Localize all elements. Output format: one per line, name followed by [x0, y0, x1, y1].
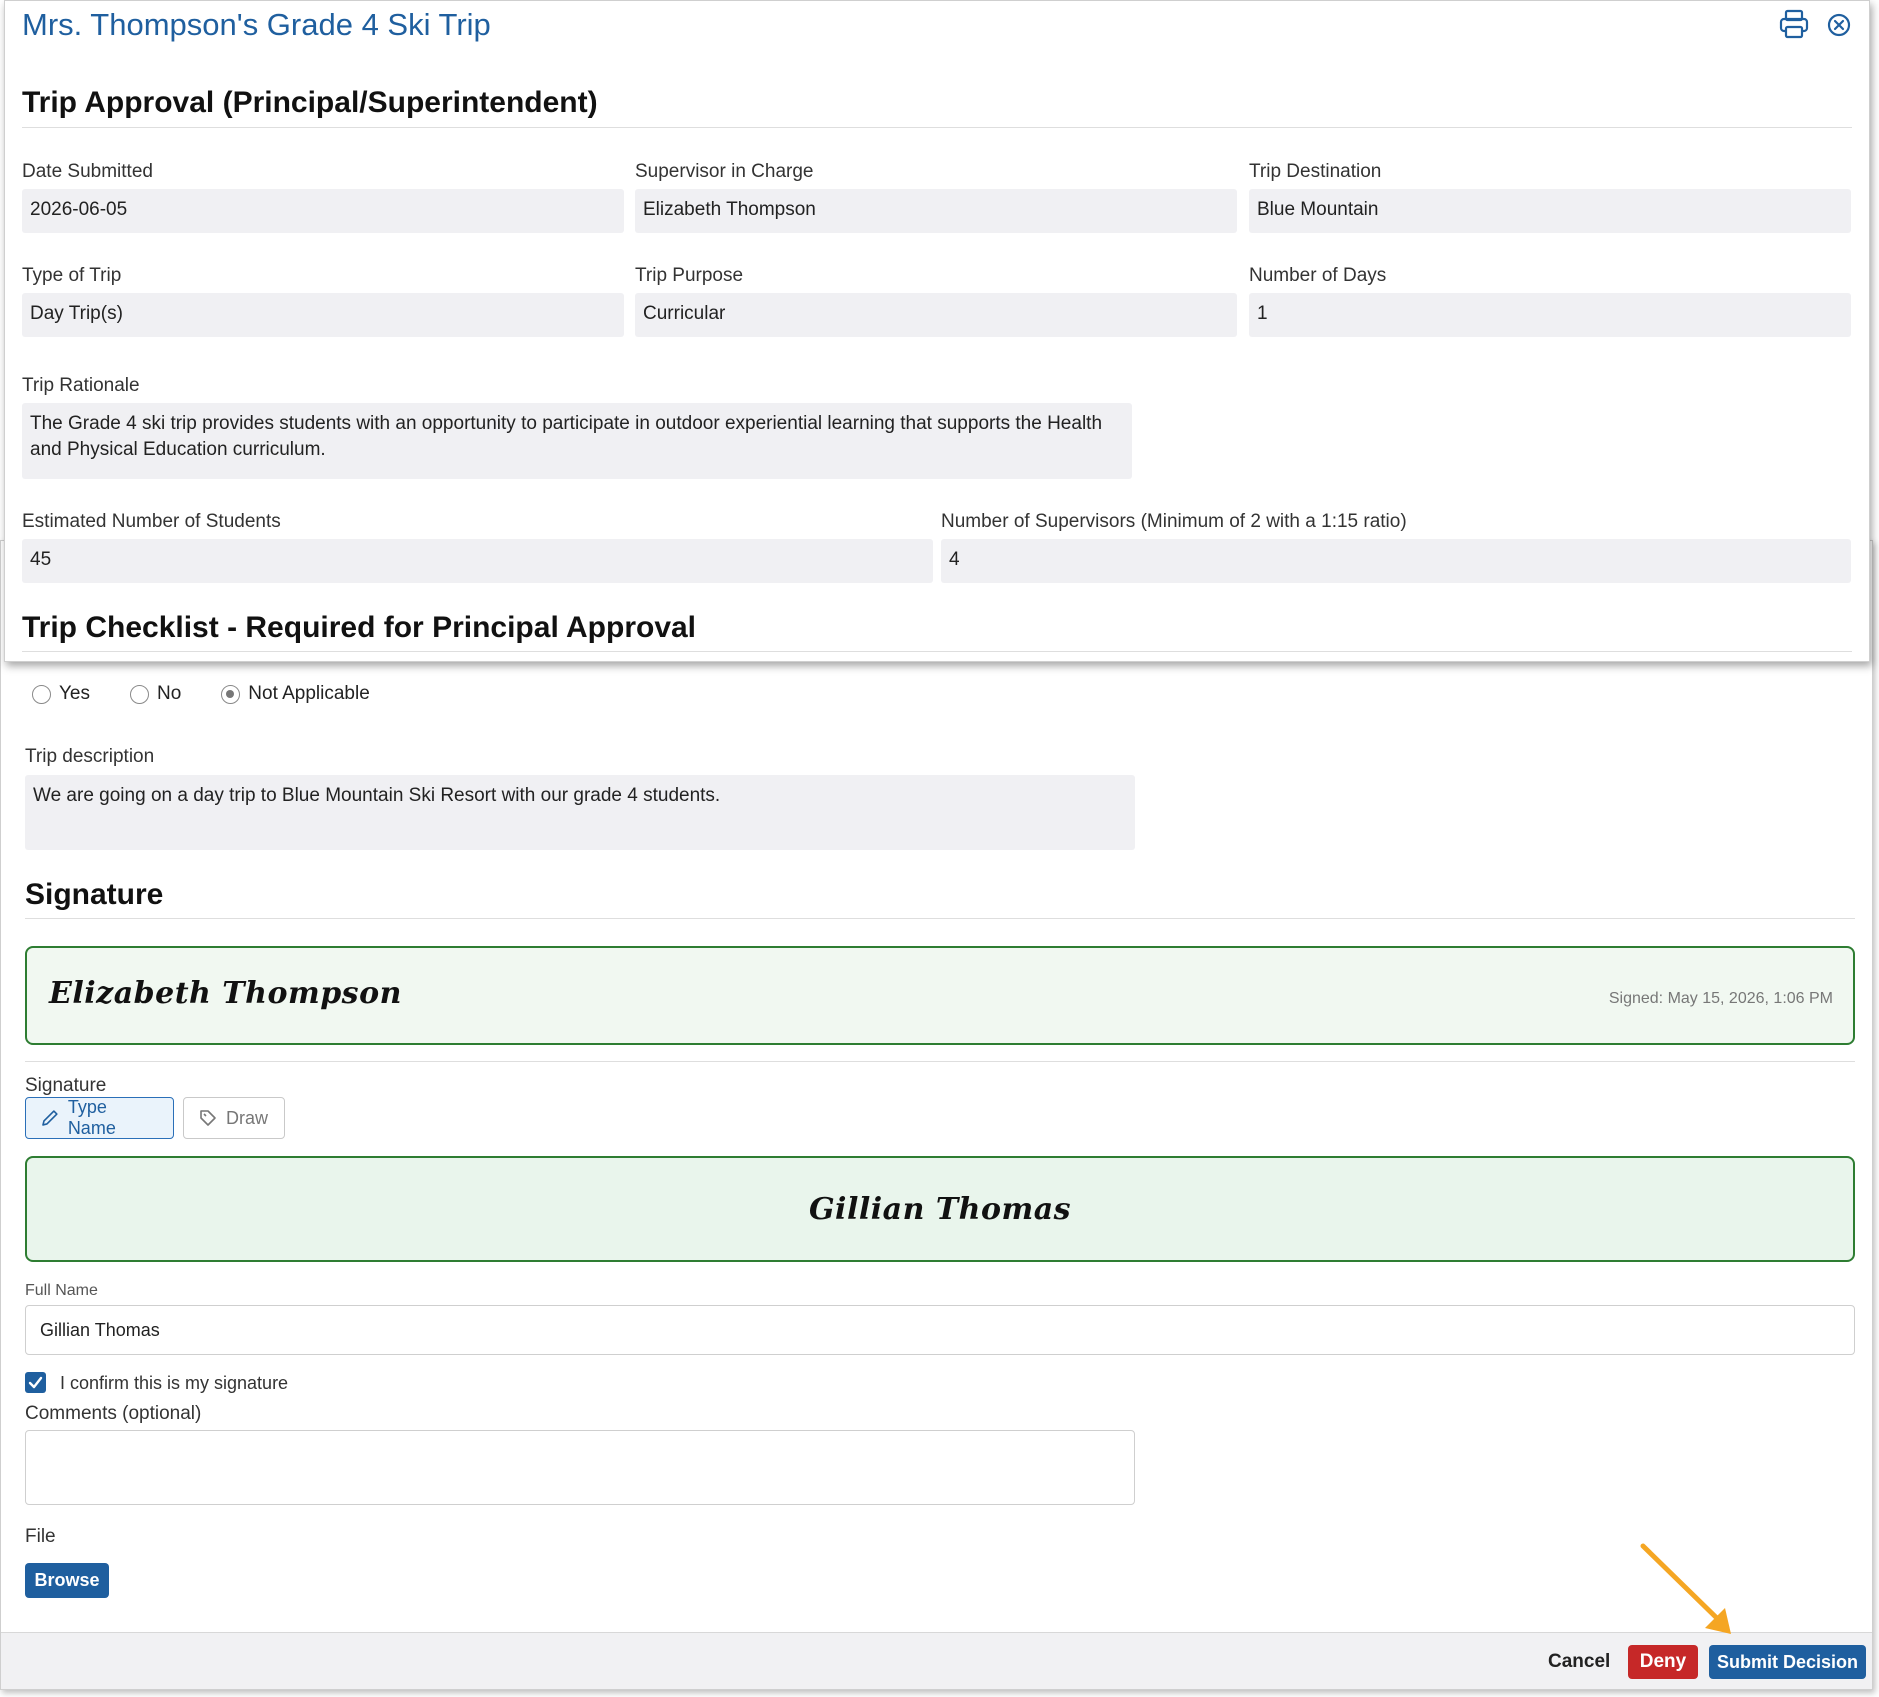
trip-description-label: Trip description [25, 746, 155, 767]
purpose-label: Trip Purpose [635, 265, 744, 286]
draw-icon [200, 1110, 216, 1126]
radio-label: No [157, 683, 182, 704]
submit-decision-button[interactable]: Submit Decision [1709, 1645, 1866, 1679]
checkmark-icon [28, 1376, 43, 1389]
num-days-label: Number of Days [1249, 265, 1387, 286]
existing-signature-card: Elizabeth Thompson Signed: May 15, 2026,… [25, 946, 1855, 1045]
pencil-icon [42, 1110, 58, 1126]
rationale-label: Trip Rationale [22, 375, 140, 396]
radio-label: Yes [59, 683, 90, 704]
typed-signature-preview: Gillian Thomas [808, 1192, 1072, 1227]
radio-no[interactable]: No [130, 683, 181, 705]
date-submitted-label: Date Submitted [22, 161, 153, 182]
signature-heading: Signature [25, 878, 164, 911]
checklist-radio-group: Yes No Not Applicable [32, 683, 370, 705]
destination-value: Blue Mountain [1249, 189, 1851, 233]
date-submitted-value: 2026-06-05 [22, 189, 624, 233]
deny-button[interactable]: Deny [1628, 1645, 1698, 1679]
trip-description-value: We are going on a day trip to Blue Mount… [25, 775, 1135, 850]
supervisor-label: Supervisor in Charge [635, 161, 814, 182]
checklist-section-heading: Trip Checklist - Required for Principal … [22, 611, 697, 644]
students-value: 45 [22, 539, 933, 583]
close-icon[interactable] [1827, 13, 1851, 42]
num-days-value: 1 [1249, 293, 1851, 337]
tab-label: Draw [226, 1107, 269, 1128]
tab-draw[interactable]: Draw [183, 1097, 285, 1139]
trip-approval-dialog: Mrs. Thompson's Grade 4 Ski Trip Trip Ap… [4, 0, 1870, 662]
divider [25, 918, 1855, 919]
radio-yes[interactable]: Yes [32, 683, 90, 705]
radio-not-applicable[interactable]: Not Applicable [221, 683, 370, 705]
supervisor-value: Elizabeth Thompson [635, 189, 1237, 233]
file-label: File [25, 1526, 56, 1547]
supervisors-count-label: Number of Supervisors (Minimum of 2 with… [941, 511, 1407, 532]
radio-circle-selected[interactable] [221, 684, 241, 704]
radio-circle[interactable] [32, 684, 51, 704]
divider [25, 1061, 1855, 1062]
divider [22, 651, 1852, 652]
approval-section-heading: Trip Approval (Principal/Superintendent) [22, 86, 598, 119]
full-name-input[interactable]: Gillian Thomas [25, 1305, 1855, 1355]
radio-label: Not Applicable [248, 683, 370, 704]
signature-label: Signature [25, 1075, 107, 1096]
annotation-arrow-icon [1640, 1543, 1731, 1634]
comments-label: Comments (optional) [25, 1403, 202, 1424]
full-name-label: Full Name [25, 1282, 98, 1299]
print-icon[interactable] [1778, 8, 1810, 45]
trip-type-value: Day Trip(s) [22, 293, 624, 337]
browse-button[interactable]: Browse [25, 1563, 109, 1598]
trip-type-label: Type of Trip [22, 265, 122, 286]
tab-type-name[interactable]: Type Name [25, 1097, 174, 1139]
signed-timestamp: Signed: May 15, 2026, 1:06 PM [1608, 990, 1833, 1007]
dialog-title: Mrs. Thompson's Grade 4 Ski Trip [22, 7, 491, 42]
existing-signature-name: Elizabeth Thompson [49, 976, 402, 1011]
signature-preview-box: Gillian Thomas [25, 1156, 1855, 1262]
purpose-value: Curricular [635, 293, 1237, 337]
supervisors-count-value: 4 [941, 539, 1851, 583]
confirm-signature-label: I confirm this is my signature [60, 1373, 289, 1393]
destination-label: Trip Destination [1249, 161, 1382, 182]
students-label: Estimated Number of Students [22, 511, 281, 532]
comments-textarea[interactable] [25, 1430, 1135, 1505]
tab-label: Type Name [67, 1097, 116, 1138]
rationale-value: The Grade 4 ski trip provides students w… [22, 403, 1132, 479]
cancel-button[interactable]: Cancel [1548, 1651, 1610, 1673]
radio-circle[interactable] [130, 684, 149, 704]
divider [22, 127, 1852, 128]
confirm-signature-checkbox[interactable] [25, 1372, 46, 1393]
